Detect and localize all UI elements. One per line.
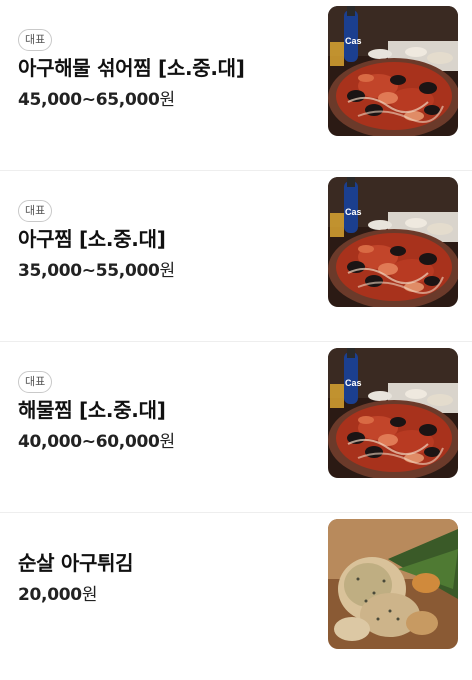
menu-item-photo[interactable] [328,6,458,136]
price-value: 40,000~60,000 [18,432,160,452]
menu-item-name: 아구해물 섞어찜 [소.중.대] [18,56,245,80]
menu-item-price: 40,000~60,000원 [18,430,322,454]
menu-item[interactable]: 대표 아구해물 섞어찜 [소.중.대] 45,000~65,000원 [0,0,472,171]
menu-item-name: 순살 아구튀김 [18,551,134,575]
price-unit: 원 [159,432,176,452]
menu-list: 대표 아구해물 섞어찜 [소.중.대] 45,000~65,000원 대표 아구… [0,0,472,680]
menu-item[interactable]: 대표 아구찜 [소.중.대] 35,000~55,000원 [0,171,472,342]
seafood-stew-image [328,6,458,136]
menu-item-photo[interactable] [328,177,458,307]
menu-item-info: 대표 아구찜 [소.중.대] 35,000~55,000원 [18,199,322,283]
menu-item-price: 35,000~55,000원 [18,259,322,283]
menu-item-name: 해물찜 [소.중.대] [18,398,166,422]
menu-item-price: 20,000원 [18,583,322,607]
price-value: 20,000 [18,585,82,605]
menu-item-info: 순살 아구튀김 20,000원 [18,549,322,607]
signature-badge: 대표 [18,200,53,222]
price-unit: 원 [159,261,176,281]
menu-item-name: 아구찜 [소.중.대] [18,227,166,251]
menu-item-photo[interactable] [328,519,458,649]
menu-item-price: 45,000~65,000원 [18,88,322,112]
seafood-stew-image [328,348,458,478]
menu-item[interactable]: 대표 해물찜 [소.중.대] 40,000~60,000원 [0,342,472,513]
price-unit: 원 [159,90,176,110]
menu-item-photo[interactable] [328,348,458,478]
price-value: 35,000~55,000 [18,261,160,281]
signature-badge: 대표 [18,371,53,393]
signature-badge: 대표 [18,29,53,51]
menu-item-info: 대표 해물찜 [소.중.대] 40,000~60,000원 [18,370,322,454]
price-unit: 원 [81,585,98,605]
menu-item-info: 대표 아구해물 섞어찜 [소.중.대] 45,000~65,000원 [18,28,322,112]
price-value: 45,000~65,000 [18,90,160,110]
menu-item[interactable]: 순살 아구튀김 20,000원 [0,513,472,680]
seafood-stew-image [328,177,458,307]
fried-fish-image [328,519,458,649]
